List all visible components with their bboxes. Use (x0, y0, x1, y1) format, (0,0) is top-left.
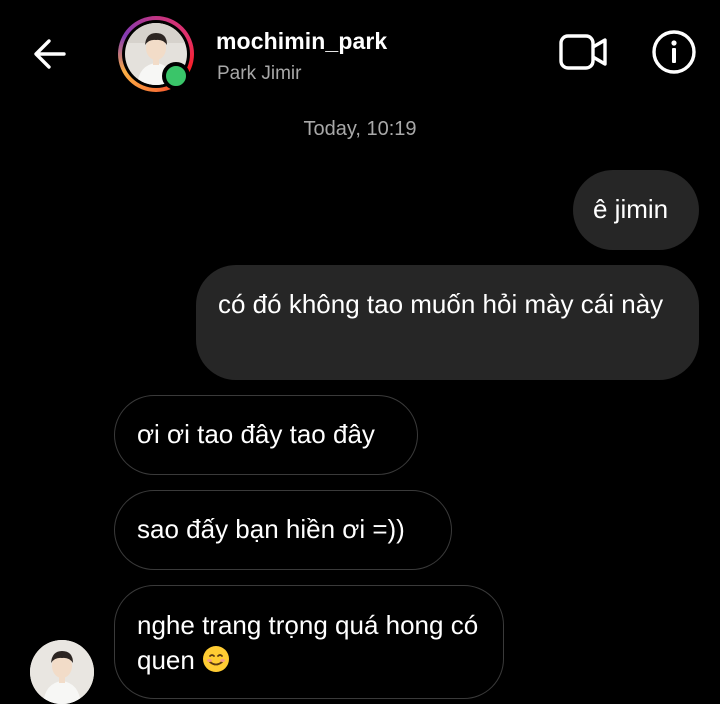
received-message[interactable]: sao đấy bạn hiền ơi =)) (114, 490, 452, 570)
chat-header: mochimin_park Park Jimir (0, 0, 720, 110)
conversation-info-button[interactable] (650, 28, 698, 76)
arrow-left-icon (34, 39, 66, 69)
message-text: nghe trang trọng quá hong có quen (137, 610, 479, 675)
conversation-timestamp: Today, 10:19 (303, 118, 417, 140)
received-message[interactable]: nghe trang trọng quá hong có quen (114, 585, 504, 699)
chat-display-name: Park Jimir (217, 63, 302, 84)
smiling-face-icon (203, 646, 230, 672)
sent-message[interactable]: ê jimin (573, 170, 699, 250)
video-call-button[interactable] (556, 30, 612, 74)
received-message[interactable]: ơi ơi tao đây tao đây (114, 395, 418, 475)
info-circle-icon (652, 30, 696, 74)
sent-message[interactable]: có đó không tao muốn hỏi mày cái này (196, 265, 699, 380)
sender-avatar[interactable] (30, 640, 94, 704)
back-button[interactable] (30, 34, 70, 74)
chat-username[interactable]: mochimin_park (216, 28, 387, 55)
online-status-dot (162, 62, 190, 90)
video-camera-icon (559, 34, 607, 70)
